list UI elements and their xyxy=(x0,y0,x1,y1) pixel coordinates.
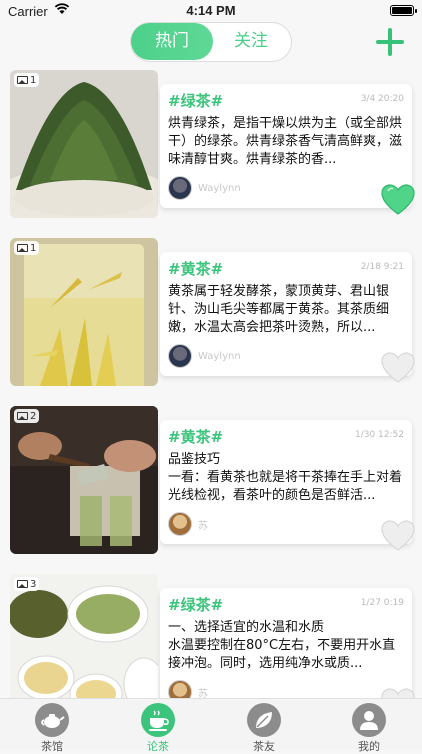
avatar[interactable] xyxy=(168,512,192,536)
post-body[interactable]: #黄茶# 2/18 9:21 黄茶属于轻发酵茶，蒙顶黄芽、君山银针、沩山毛尖等都… xyxy=(160,252,415,383)
image-count-badge: 2 xyxy=(14,409,40,423)
person-icon xyxy=(352,703,386,737)
post-date: 1/30 12:52 xyxy=(354,430,404,440)
post-image[interactable]: 1 xyxy=(10,70,158,218)
clock: 4:14 PM xyxy=(186,3,236,18)
post-body[interactable]: #黄茶# 1/30 12:52 品鉴技巧 一看：看黄茶也就是将干茶捧在手上对着光… xyxy=(160,420,415,551)
avatar[interactable] xyxy=(168,176,192,200)
leaf-icon xyxy=(247,703,281,737)
image-count-badge: 1 xyxy=(14,73,40,87)
post-date: 3/4 20:20 xyxy=(360,94,404,104)
post-body[interactable]: #绿茶# 3/4 20:20 烘青绿茶，是指干燥以烘为主（或全部烘干）的绿茶。烘… xyxy=(160,84,415,215)
tab-hot[interactable]: 热门 xyxy=(131,23,213,60)
post-card[interactable]: 1 #黄茶# 2/18 9:21 黄茶属于轻发酵茶，蒙顶黄芽、君山银针、沩山毛尖… xyxy=(10,238,415,386)
post-text: 黄茶属于轻发酵茶，蒙顶黄芽、君山银针、沩山毛尖等都属于黄茶。其茶质细嫩，水温太高… xyxy=(168,284,390,335)
status-bar: Carrier 4:14 PM xyxy=(0,0,422,22)
tab-label: 我的 xyxy=(358,740,380,753)
post-card[interactable]: 2 #黄茶# 1/30 12:52 品鉴技巧 一看：看黄茶也就是将干茶捧在手上对… xyxy=(10,406,415,554)
author-name: Waylynn xyxy=(198,182,241,194)
author-name: 苏 xyxy=(198,520,208,532)
tab-follow[interactable]: 关注 xyxy=(211,23,291,60)
author-name: 苏 xyxy=(198,688,208,699)
like-heart-icon[interactable] xyxy=(380,686,416,698)
post-author[interactable]: Waylynn xyxy=(168,344,241,368)
post-author[interactable]: 苏 xyxy=(168,680,208,698)
post-date: 1/27 0:19 xyxy=(360,598,404,608)
post-text: 烘青绿茶，是指干燥以烘为主（或全部烘干）的绿茶。烘青绿茶香气清高鲜爽，滋味清醇甘… xyxy=(168,116,403,167)
add-post-button[interactable] xyxy=(374,26,406,58)
like-heart-icon[interactable] xyxy=(380,182,416,218)
tab-tea-house[interactable]: 茶馆 xyxy=(22,703,82,754)
post-text: 一、选择适宜的水温和水质 水温要控制在80°C左右，不要用开水直接冲泡。同时，选… xyxy=(168,620,396,671)
post-author[interactable]: 苏 xyxy=(168,512,208,536)
photo-icon xyxy=(17,244,28,252)
post-date: 2/18 9:21 xyxy=(360,262,404,272)
author-name: Waylynn xyxy=(198,350,241,362)
feed-segment-control: 热门 关注 xyxy=(130,22,292,62)
post-card[interactable]: 1 #绿茶# 3/4 20:20 烘青绿茶，是指干燥以烘为主（或全部烘干）的绿茶… xyxy=(10,70,415,218)
image-count-badge: 3 xyxy=(14,577,40,591)
like-heart-icon[interactable] xyxy=(380,518,416,554)
tab-label: 论茶 xyxy=(147,740,169,753)
post-text: 品鉴技巧 一看：看黄茶也就是将干茶捧在手上对着光线检视，看茶叶的颜色是否鲜活..… xyxy=(168,452,403,503)
tab-label: 茶馆 xyxy=(41,740,63,753)
post-image[interactable]: 2 xyxy=(10,406,158,554)
tab-tea-friends[interactable]: 茶友 xyxy=(234,703,294,754)
bottom-tab-bar: 茶馆 论茶 茶友 我的 xyxy=(0,698,422,753)
photo-icon xyxy=(17,580,28,588)
post-card[interactable]: 3 #绿茶# 1/27 0:19 一、选择适宜的水温和水质 水温要控制在80°C… xyxy=(10,574,415,698)
tab-mine[interactable]: 我的 xyxy=(339,703,399,754)
tab-discuss-tea[interactable]: 论茶 xyxy=(128,703,188,754)
avatar[interactable] xyxy=(168,344,192,368)
post-image[interactable]: 3 xyxy=(10,574,158,698)
image-count-badge: 1 xyxy=(14,241,40,255)
like-heart-icon[interactable] xyxy=(380,350,416,386)
photo-icon xyxy=(17,412,28,420)
post-feed[interactable]: 1 #绿茶# 3/4 20:20 烘青绿茶，是指干燥以烘为主（或全部烘干）的绿茶… xyxy=(0,70,422,698)
post-author[interactable]: Waylynn xyxy=(168,176,241,200)
avatar[interactable] xyxy=(168,680,192,698)
photo-icon xyxy=(17,76,28,84)
tea-cup-icon xyxy=(141,703,175,737)
teapot-icon xyxy=(35,703,69,737)
post-image[interactable]: 1 xyxy=(10,238,158,386)
battery-icon xyxy=(390,5,417,16)
tab-label: 茶友 xyxy=(253,740,275,753)
post-body[interactable]: #绿茶# 1/27 0:19 一、选择适宜的水温和水质 水温要控制在80°C左右… xyxy=(160,588,415,698)
